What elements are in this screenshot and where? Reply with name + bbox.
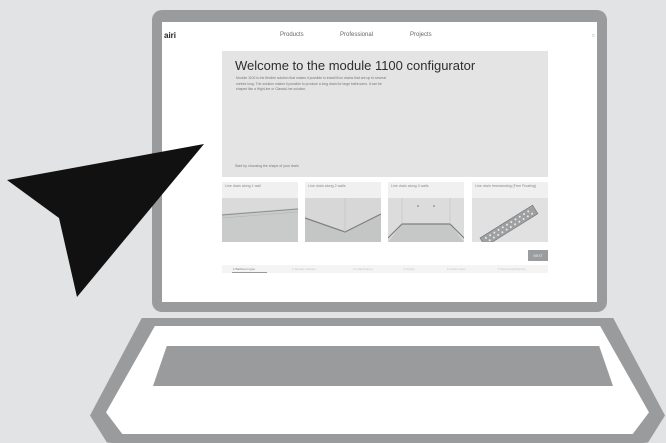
- step-progress: 1 Bathroom type 2 Shower solution 3 Grat…: [222, 265, 548, 273]
- step-summary[interactable]: 6 Summary/Ordering: [498, 267, 526, 271]
- nav-professional[interactable]: Professional: [340, 32, 373, 38]
- step-outlet-cover[interactable]: 5 Outlet cover: [447, 267, 466, 271]
- main-nav: Products Professional Projects: [162, 32, 597, 42]
- option-card-3-walls[interactable]: Line drain along 3 walls: [388, 182, 464, 242]
- option-label: Line drain along 1 wall: [225, 184, 261, 188]
- option-card-free-floating[interactable]: Line drain freestanding (Free Floating): [472, 182, 548, 242]
- nav-products[interactable]: Products: [280, 32, 304, 38]
- laptop-screen: airi Products Professional Projects ○ We…: [162, 22, 597, 302]
- step-design[interactable]: 4 Design: [403, 267, 415, 271]
- option-image: [388, 198, 464, 242]
- option-label: Line drain freestanding (Free Floating): [475, 184, 537, 188]
- option-label: Line drain along 3 walls: [391, 184, 429, 188]
- keyboard-area: [153, 346, 613, 386]
- step-bathroom-type[interactable]: 1 Bathroom type: [233, 267, 255, 271]
- next-button[interactable]: NEXT: [528, 250, 548, 261]
- step-shower-solution[interactable]: 2 Shower solution: [292, 267, 316, 271]
- page-title: Welcome to the module 1100 configurator: [235, 58, 476, 73]
- step-grate-frame[interactable]: 3 Grate/Frame: [353, 267, 373, 271]
- nav-projects[interactable]: Projects: [410, 32, 432, 38]
- option-card-2-walls[interactable]: Line drain along 2 walls: [305, 182, 381, 242]
- option-image: [472, 198, 548, 242]
- option-label: Line drain along 2 walls: [308, 184, 346, 188]
- drain-options: Line drain along 1 wall Line drain along…: [222, 182, 548, 242]
- option-image: [305, 198, 381, 242]
- hero-description: Module 1100 is the flexible solution tha…: [236, 76, 386, 91]
- option-image: [222, 198, 298, 242]
- option-card-1-wall[interactable]: Line drain along 1 wall: [222, 182, 298, 242]
- hero-hint: Start by choosing the shape of your drai…: [235, 164, 299, 168]
- active-step-underline: [232, 272, 267, 273]
- search-icon[interactable]: ○: [591, 33, 595, 39]
- hero-panel: Welcome to the module 1100 configurator …: [222, 51, 548, 177]
